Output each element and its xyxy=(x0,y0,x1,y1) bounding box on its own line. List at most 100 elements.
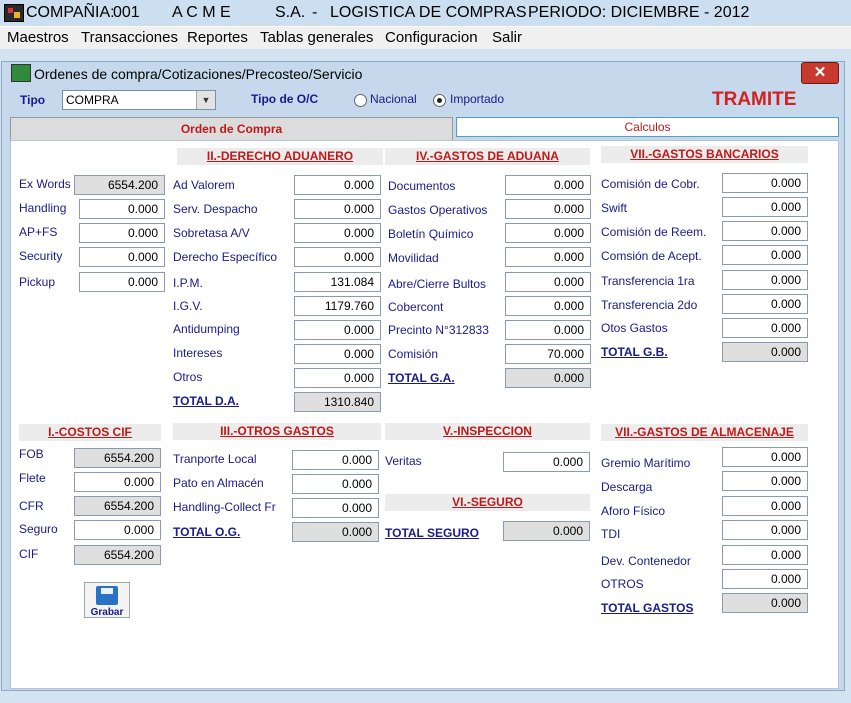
almacenaje-label: Descarga xyxy=(601,480,653,494)
bancarios-field[interactable]: 0.000 xyxy=(722,294,808,314)
ap-fs-field[interactable]: 0.000 xyxy=(79,223,165,243)
bancarios-field[interactable]: 0.000 xyxy=(722,318,808,338)
almacenaje-label: Aforo Físico xyxy=(601,504,666,518)
module-name: LOGISTICA DE COMPRAS xyxy=(330,4,527,21)
total-ga-label: TOTAL G.A. xyxy=(388,371,455,385)
almacenaje-field[interactable]: 0.000 xyxy=(722,471,808,491)
pickup-label: Pickup xyxy=(19,275,56,289)
tab-calculos[interactable]: Calculos xyxy=(456,117,839,137)
derecho-field[interactable]: 0.000 xyxy=(294,320,381,340)
form-icon xyxy=(11,64,31,82)
seguro-field[interactable]: 0.000 xyxy=(74,520,161,540)
cif-label: CFR xyxy=(19,499,44,513)
menu-salir[interactable]: Salir xyxy=(492,27,522,49)
aduana-label: Boletín Químico xyxy=(388,227,474,241)
costos-cif-header: I.-COSTOS CIF xyxy=(19,424,161,441)
menu-configuracion[interactable]: Configuracion xyxy=(385,27,478,49)
save-button[interactable]: Grabar xyxy=(84,582,130,618)
bancarios-field[interactable]: 0.000 xyxy=(722,221,808,241)
close-icon: ✕ xyxy=(813,64,827,81)
total-seguro-label: TOTAL SEGURO xyxy=(385,526,480,540)
close-button[interactable]: ✕ xyxy=(801,62,839,84)
tipo-select-value: COMPRA xyxy=(66,93,119,107)
company-type: S.A. xyxy=(275,4,306,21)
cfr-field: 6554.200 xyxy=(74,496,161,516)
derecho-aduanero-header: II.-DERECHO ADUANERO xyxy=(177,148,383,165)
aduana-field[interactable]: 0.000 xyxy=(505,199,591,219)
total-gb-label: TOTAL G.B. xyxy=(601,345,668,359)
chevron-down-icon[interactable]: ▼ xyxy=(196,91,215,109)
bancarios-label: Comisión de Cobr. xyxy=(601,177,700,191)
handling-field[interactable]: 0.000 xyxy=(79,199,165,219)
cif-label: Flete xyxy=(19,471,46,485)
almacenaje-field[interactable]: 0.000 xyxy=(722,545,808,565)
aduana-field[interactable]: 0.000 xyxy=(505,272,591,292)
otros-field[interactable]: 0.000 xyxy=(292,474,379,494)
total-ga-field: 0.000 xyxy=(505,368,591,388)
cif-label: Seguro xyxy=(19,522,58,536)
bancarios-field[interactable]: 0.000 xyxy=(722,173,808,193)
tab-orden-de-compra[interactable]: Orden de Compra xyxy=(10,117,453,141)
derecho-label: Serv. Despacho xyxy=(173,202,258,216)
otros-field[interactable]: 0.000 xyxy=(292,498,379,518)
aduana-label: Documentos xyxy=(388,179,456,193)
bancarios-field[interactable]: 0.000 xyxy=(722,245,808,265)
menu-maestros[interactable]: Maestros xyxy=(7,27,69,49)
radio-importado[interactable] xyxy=(433,94,446,107)
tipo-select[interactable]: COMPRA ▼ xyxy=(62,90,216,110)
bancarios-field[interactable]: 0.000 xyxy=(722,197,808,217)
derecho-field[interactable]: 0.000 xyxy=(294,199,381,219)
derecho-field[interactable]: 0.000 xyxy=(294,344,381,364)
almacenaje-field[interactable]: 0.000 xyxy=(722,520,808,540)
almacenaje-label: Gremio Marítimo xyxy=(601,456,691,470)
status-badge: TRAMITE xyxy=(712,89,797,110)
aduana-field[interactable]: 0.000 xyxy=(505,175,591,195)
derecho-label: Derecho Específico xyxy=(173,250,278,264)
otros-field[interactable]: 0.000 xyxy=(292,450,379,470)
derecho-field[interactable]: 0.000 xyxy=(294,368,381,388)
aduana-field[interactable]: 0.000 xyxy=(505,223,591,243)
save-button-label: Grabar xyxy=(90,607,124,618)
aduana-field[interactable]: 70.000 xyxy=(505,344,591,364)
bancarios-label: Comsión de Acept. xyxy=(601,249,702,263)
inspeccion-header: V.-INSPECCION xyxy=(385,423,590,440)
derecho-field[interactable]: 1179.760 xyxy=(294,296,381,316)
security-field[interactable]: 0.000 xyxy=(79,247,165,267)
veritas-field[interactable]: 0.000 xyxy=(503,452,590,472)
security-label: Security xyxy=(19,249,63,263)
derecho-label: I.P.M. xyxy=(173,276,203,290)
cif-label: CIF xyxy=(19,547,39,561)
aduana-field[interactable]: 0.000 xyxy=(505,296,591,316)
menu-reportes[interactable]: Reportes xyxy=(187,27,248,49)
app-icon xyxy=(4,4,24,22)
period-label: PERIODO: DICIEMBRE - 2012 xyxy=(528,4,750,21)
tipo-label: Tipo xyxy=(20,93,46,107)
almacenaje-field[interactable]: 0.000 xyxy=(722,496,808,516)
menu-tablas-generales[interactable]: Tablas generales xyxy=(260,27,373,49)
aduana-label: Cobercont xyxy=(388,300,444,314)
menu-transacciones[interactable]: Transacciones xyxy=(81,27,178,49)
aduana-label: Abre/Cierre Bultos xyxy=(388,277,487,291)
gastos-aduana-header: IV.-GASTOS DE ADUANA xyxy=(385,148,590,165)
gastos-almacenaje-header: VII.-GASTOS DE ALMACENAJE xyxy=(601,424,808,441)
total-da-field: 1310.840 xyxy=(294,392,381,412)
derecho-field[interactable]: 0.000 xyxy=(294,223,381,243)
title-bar: COMPAÑIA: 001 A C M E S.A. - LOGISTICA D… xyxy=(0,0,851,26)
aduana-field[interactable]: 0.000 xyxy=(505,247,591,267)
almacenaje-label: TDI xyxy=(601,527,621,541)
title-separator: - xyxy=(312,4,318,21)
flete-field[interactable]: 0.000 xyxy=(74,472,161,492)
derecho-field[interactable]: 0.000 xyxy=(294,175,381,195)
almacenaje-field[interactable]: 0.000 xyxy=(722,569,808,589)
aduana-label: Gastos Operativos xyxy=(388,203,488,217)
derecho-field[interactable]: 0.000 xyxy=(294,247,381,267)
bancarios-field[interactable]: 0.000 xyxy=(722,270,808,290)
total-da-label: TOTAL D.A. xyxy=(173,394,239,408)
total-gb-field: 0.000 xyxy=(722,342,808,362)
company-label: COMPAÑIA: xyxy=(26,4,115,21)
almacenaje-field[interactable]: 0.000 xyxy=(722,447,808,467)
derecho-field[interactable]: 131.084 xyxy=(294,272,381,292)
aduana-field[interactable]: 0.000 xyxy=(505,320,591,340)
radio-nacional[interactable] xyxy=(354,94,367,107)
pickup-field[interactable]: 0.000 xyxy=(79,272,165,292)
